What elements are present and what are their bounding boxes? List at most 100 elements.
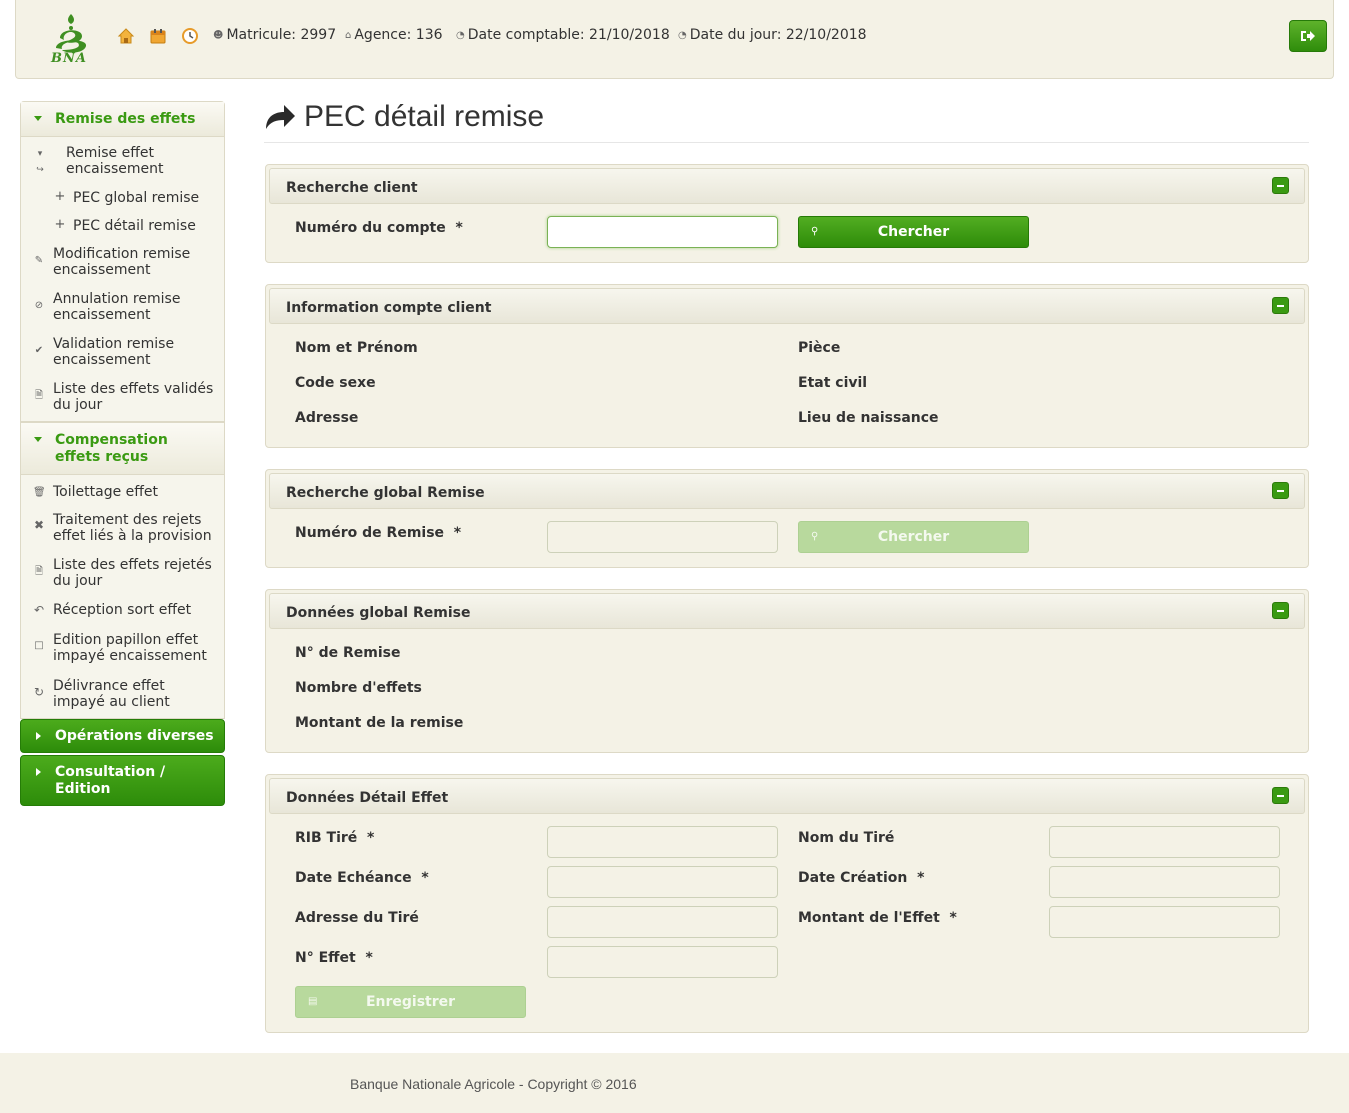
- sidebar-item-label: PEC détail remise: [73, 218, 196, 234]
- sidebar-item-label: Réception sort effet: [53, 602, 192, 618]
- plus-icon: +: [54, 189, 66, 204]
- nom-tire-label: Nom du Tiré: [798, 830, 895, 846]
- section-title: Consultation / Edition: [55, 764, 166, 797]
- sidebar-section-header[interactable]: Remise des effets: [21, 102, 224, 137]
- sidebar-section-operations[interactable]: Opérations diverses: [20, 719, 225, 753]
- plus-icon: +: [54, 217, 66, 232]
- sidebar-item-pec-global[interactable]: + PEC global remise: [21, 182, 224, 211]
- collapse-icon[interactable]: [1272, 787, 1289, 804]
- date-echeance-label: Date Echéance *: [295, 870, 429, 886]
- enregistrer-button[interactable]: ▤ Enregistrer: [295, 986, 526, 1018]
- sidebar-item-liste-rejetes[interactable]: 🗎 Liste des effets rejetés du jour: [21, 549, 224, 594]
- lieu-naissance-label: Lieu de naissance: [798, 410, 939, 426]
- sidebar-item-remise-effet[interactable]: ▾ ↪ Remise effet encaissement: [21, 137, 224, 182]
- sidebar-section-compensation: Compensation effets reçus 🗑 Toilettage e…: [20, 422, 225, 719]
- date-echeance-input[interactable]: [547, 866, 778, 898]
- date-comptable-text: Date comptable: 21/10/2018: [467, 27, 670, 43]
- button-label: Chercher: [877, 224, 950, 240]
- sidebar-item-label: Liste des effets rejetés du jour: [53, 557, 212, 589]
- sidebar-item-liste-valides[interactable]: 🗎 Liste des effets validés du jour: [21, 373, 224, 421]
- panel-title: Recherche global Remise: [286, 485, 485, 501]
- sidebar-item-pec-detail[interactable]: + PEC détail remise: [21, 211, 224, 239]
- panel-recherche-global: Recherche global Remise Numéro de Remise…: [265, 469, 1309, 568]
- logout-button[interactable]: [1289, 20, 1327, 52]
- panel-header: Recherche client: [269, 168, 1305, 204]
- sidebar-item-label: Edition papillon effet impayé encaisseme…: [53, 632, 207, 664]
- sidebar-item-label: PEC global remise: [73, 190, 200, 206]
- page-title: PEC détail remise: [264, 100, 544, 134]
- sidebar-item-reception-sort[interactable]: ↶ Réception sort effet: [21, 594, 224, 623]
- panel-title: Recherche client: [286, 180, 418, 196]
- button-label: Chercher: [877, 529, 950, 545]
- matricule-info: ☻ Matricule: 2997: [213, 27, 336, 43]
- code-sexe-label: Code sexe: [295, 375, 376, 391]
- home-icon[interactable]: [117, 27, 135, 45]
- sidebar-section-consultation[interactable]: Consultation / Edition: [20, 755, 225, 806]
- date-creation-input[interactable]: [1049, 866, 1280, 898]
- sidebar-item-toilettage[interactable]: 🗑 Toilettage effet: [21, 475, 224, 505]
- date-creation-label: Date Création *: [798, 870, 925, 886]
- montant-effet-label: Montant de l'Effet *: [798, 910, 957, 926]
- montant-effet-input[interactable]: [1049, 906, 1280, 938]
- date-jour-text: Date du jour: 22/10/2018: [689, 27, 867, 43]
- nombre-effets-label: Nombre d'effets: [295, 680, 422, 696]
- sidebar-item-label: Remise effet encaissement: [66, 145, 164, 177]
- numero-remise-label: Numéro de Remise *: [295, 525, 462, 541]
- return-icon: ▾ ↪: [36, 149, 44, 175]
- trash-icon: 🗑: [33, 487, 46, 498]
- sidebar-item-delivrance[interactable]: ↻ Délivrance effet impayé au client: [21, 669, 224, 718]
- panel-detail-effet: Données Détail Effet RIB Tiré * Date Ech…: [265, 774, 1309, 1033]
- numero-remise-input[interactable]: [547, 521, 778, 553]
- sidebar-item-annulation[interactable]: ⊘ Annulation remise encaissement: [21, 283, 224, 328]
- collapse-icon[interactable]: [1272, 297, 1289, 314]
- sidebar-list: 🗑 Toilettage effet ✖ Traitement des reje…: [21, 475, 224, 718]
- edit-icon: □: [34, 640, 44, 651]
- copyright-text: Banque Nationale Agricole - Copyright © …: [350, 1076, 637, 1092]
- date-comptable-info: ◔ Date comptable: 21/10/2018: [456, 27, 670, 43]
- button-label: Enregistrer: [365, 994, 456, 1010]
- nom-tire-input[interactable]: [1049, 826, 1280, 858]
- file-icon: 🗎: [34, 566, 44, 577]
- top-header: BNA ☻ Matricule: 2997 ⌂ Agence: 136 ◔ Da…: [15, 0, 1334, 79]
- caret-right-icon: [36, 768, 41, 776]
- sidebar-item-traitement-rejets[interactable]: ✖ Traitement des rejets effet liés à la …: [21, 505, 224, 549]
- collapse-icon[interactable]: [1272, 177, 1289, 194]
- search-icon: ⚲: [811, 531, 819, 542]
- chercher-client-button[interactable]: ⚲ Chercher: [798, 216, 1029, 248]
- sidebar-item-modification[interactable]: ✎ Modification remise encaissement: [21, 239, 224, 283]
- calendar-icon[interactable]: [149, 27, 167, 45]
- adresse-tire-input[interactable]: [547, 906, 778, 938]
- home-small-icon: ⌂: [345, 29, 352, 41]
- sidebar-item-validation[interactable]: ✔ Validation remise encaissement: [21, 328, 224, 373]
- user-icon: ☻: [213, 29, 224, 41]
- caret-right-icon: [36, 732, 41, 740]
- undo-icon: ↶: [33, 603, 45, 617]
- sidebar-section-header[interactable]: Compensation effets reçus: [21, 423, 224, 475]
- panel-info-client: Information compte client Nom et Prénom …: [265, 284, 1309, 448]
- ban-icon: ⊘: [34, 300, 44, 311]
- sidebar-item-label: Délivrance effet impayé au client: [53, 678, 170, 710]
- section-title: Opérations diverses: [55, 728, 214, 744]
- agence-text: Agence: 136: [354, 27, 443, 43]
- chercher-remise-button[interactable]: ⚲ Chercher: [798, 521, 1029, 553]
- sidebar-item-edition-papillon[interactable]: □ Edition papillon effet impayé encaisse…: [21, 623, 224, 669]
- numero-effet-input[interactable]: [547, 946, 778, 978]
- clock-icon[interactable]: [181, 27, 199, 45]
- numero-remise-data-label: N° de Remise: [295, 645, 401, 661]
- adresse-label: Adresse: [295, 410, 359, 426]
- panel-title: Information compte client: [286, 300, 492, 316]
- sidebar-list: ▾ ↪ Remise effet encaissement + PEC glob…: [21, 137, 224, 421]
- share-arrow-icon: [266, 105, 295, 129]
- collapse-icon[interactable]: [1272, 482, 1289, 499]
- clock-small-icon: ◔: [456, 29, 465, 41]
- nom-prenom-label: Nom et Prénom: [295, 340, 418, 356]
- caret-down-icon: [34, 116, 42, 121]
- collapse-icon[interactable]: [1272, 602, 1289, 619]
- numero-compte-input[interactable]: [547, 216, 778, 248]
- check-icon: ✔: [34, 345, 44, 356]
- rib-tire-input[interactable]: [547, 826, 778, 858]
- footer: Banque Nationale Agricole - Copyright © …: [0, 1053, 1349, 1113]
- date-jour-info: ◔ Date du jour: 22/10/2018: [678, 27, 867, 43]
- logout-icon: [1301, 31, 1315, 41]
- panel-header: Données global Remise: [269, 593, 1305, 629]
